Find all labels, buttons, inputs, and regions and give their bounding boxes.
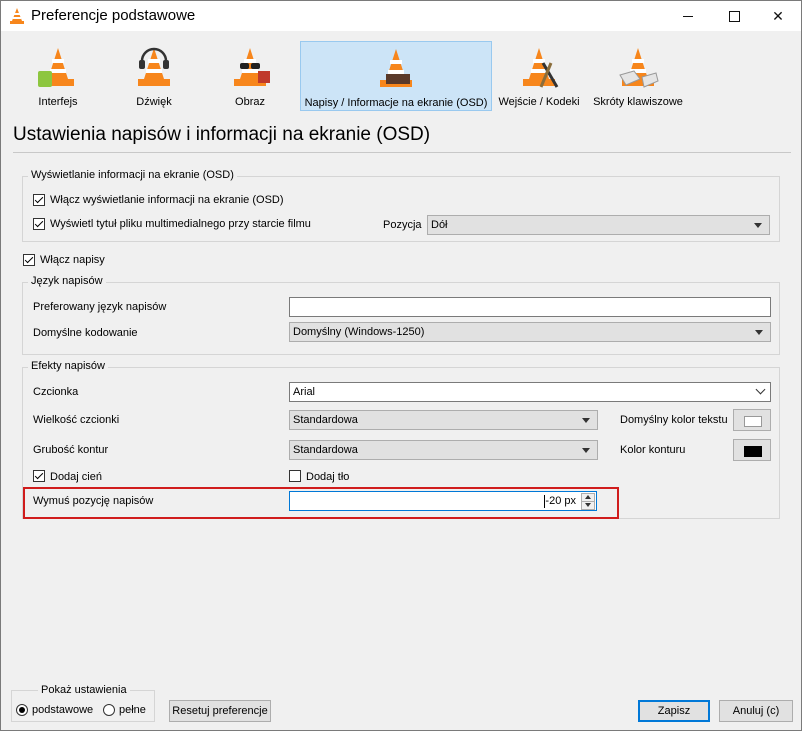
audio-headphones-cone-icon [138, 47, 170, 86]
heading-divider [13, 152, 791, 153]
subtitles-osd-cone-icon [380, 49, 412, 87]
show-settings-title: Pokaż ustawienia [38, 684, 130, 696]
interface-cone-icon [38, 48, 74, 87]
enable-subtitles-label: Włącz napisy [40, 254, 105, 266]
tab-subtitles-osd[interactable]: Napisy / Informacje na ekranie (OSD) [300, 41, 492, 111]
subtitle-effects-group-title: Efekty napisów [28, 360, 108, 372]
enable-subtitles-checkbox[interactable] [23, 254, 35, 266]
font-value: Arial [293, 386, 316, 398]
preferred-language-input[interactable] [289, 297, 771, 317]
font-size-value: Standardowa [293, 414, 358, 426]
default-encoding-select[interactable]: Domyślny (Windows-1250) [289, 322, 771, 342]
outline-thickness-value: Standardowa [293, 444, 358, 456]
tab-label: Obraz [235, 96, 265, 108]
outline-thickness-label: Grubość kontur [33, 444, 109, 456]
chevron-down-icon [755, 330, 763, 335]
outline-thickness-select[interactable]: Standardowa [289, 440, 598, 460]
preferred-language-label: Preferowany język napisów [33, 301, 167, 313]
tab-input-codecs[interactable]: Wejście / Kodeki [496, 41, 582, 111]
video-glasses-cone-icon [234, 48, 270, 86]
close-icon: ✕ [772, 7, 784, 24]
default-encoding-label: Domyślne kodowanie [33, 327, 138, 339]
subtitle-language-group-title: Język napisów [28, 275, 106, 287]
full-settings-label: pełne [119, 704, 146, 716]
outline-color-swatch [744, 446, 762, 457]
show-title-label: Wyświetl tytuł pliku multimedialnego prz… [50, 218, 311, 230]
tab-label: Dźwięk [136, 96, 172, 108]
subtitle-language-group [22, 282, 780, 355]
tab-video[interactable]: Obraz [207, 41, 293, 111]
osd-position-select[interactable]: Dół [427, 215, 770, 235]
font-select[interactable]: Arial [289, 382, 771, 402]
maximize-icon [728, 10, 740, 22]
enable-osd-label: Włącz wyświetlanie informacji na ekranie… [50, 194, 284, 206]
add-shadow-label: Dodaj cień [50, 471, 102, 483]
minimize-button[interactable] [665, 1, 711, 31]
window-title: Preferencje podstawowe [31, 7, 196, 24]
cancel-button[interactable]: Anuluj (c) [719, 700, 793, 722]
tab-hotkeys[interactable]: Skróty klawiszowe [591, 41, 685, 111]
title-bar: Preferencje podstawowe ✕ [1, 1, 801, 31]
vlc-cone-icon [10, 8, 24, 24]
basic-settings-label: podstawowe [32, 704, 94, 716]
add-background-checkbox[interactable] [289, 470, 301, 482]
tab-label: Napisy / Informacje na ekranie (OSD) [304, 97, 488, 109]
osd-position-value: Dół [431, 219, 448, 231]
close-button[interactable]: ✕ [755, 1, 801, 31]
outline-color-label: Kolor konturu [620, 444, 686, 456]
chevron-down-icon [754, 223, 762, 228]
text-color-swatch [744, 416, 762, 427]
tab-label: Skróty klawiszowe [593, 96, 683, 108]
hotkeys-cone-icon [619, 48, 659, 88]
text-color-button[interactable] [733, 409, 771, 431]
tab-interface[interactable]: Interfejs [15, 41, 101, 111]
chevron-down-icon [582, 418, 590, 423]
category-toolbar: Interfejs Dźwięk Obraz Napisy / Informac… [1, 39, 801, 113]
chevron-down-icon [582, 448, 590, 453]
reset-preferences-button[interactable]: Resetuj preferencje [169, 700, 271, 722]
font-size-select[interactable]: Standardowa [289, 410, 598, 430]
osd-group-title: Wyświetlanie informacji na ekranie (OSD) [28, 169, 237, 181]
tab-label: Interfejs [38, 96, 78, 108]
highlight-frame [23, 487, 619, 519]
save-button[interactable]: Zapisz [638, 700, 710, 722]
show-title-checkbox[interactable] [33, 218, 45, 230]
page-title: Ustawienia napisów i informacji na ekran… [13, 124, 431, 145]
add-background-label: Dodaj tło [306, 471, 350, 483]
maximize-button[interactable] [711, 1, 757, 31]
default-encoding-value: Domyślny (Windows-1250) [293, 326, 425, 338]
font-size-label: Wielkość czcionki [33, 414, 120, 426]
preferences-window: Preferencje podstawowe ✕ Interfejs Dźwię… [0, 0, 802, 731]
minimize-icon [683, 15, 693, 17]
position-label: Pozycja [383, 219, 422, 231]
tab-audio[interactable]: Dźwięk [111, 41, 197, 111]
outline-color-button[interactable] [733, 439, 771, 461]
tab-label: Wejście / Kodeki [498, 96, 580, 108]
add-shadow-checkbox[interactable] [33, 470, 45, 482]
default-text-color-label: Domyślny kolor tekstu [620, 414, 728, 426]
enable-osd-checkbox[interactable] [33, 194, 45, 206]
chevron-down-icon [755, 384, 766, 395]
font-label: Czcionka [33, 386, 79, 398]
full-settings-radio[interactable] [103, 704, 115, 716]
input-codecs-cone-icon [523, 48, 559, 88]
basic-settings-radio[interactable] [16, 704, 28, 716]
